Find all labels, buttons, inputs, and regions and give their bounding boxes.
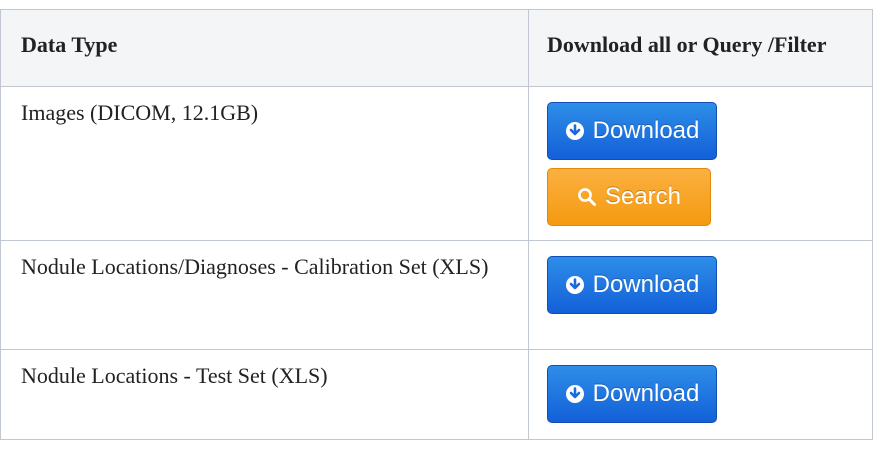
download-button-test[interactable]: Download xyxy=(547,365,717,423)
row-actions-test: Download xyxy=(528,349,873,440)
row-label-images: Images (DICOM, 12.1GB) xyxy=(0,86,529,241)
row-actions-calibration: Download xyxy=(528,240,873,350)
table-row: Nodule Locations/Diagnoses - Calibration… xyxy=(0,240,873,350)
header-data-type: Data Type xyxy=(0,9,529,87)
download-label: Download xyxy=(592,117,700,144)
download-button-images[interactable]: Download xyxy=(547,102,717,160)
table-row: Images (DICOM, 12.1GB) Download Search xyxy=(0,86,873,241)
circle-arrow-down-icon xyxy=(565,275,585,295)
circle-arrow-down-icon xyxy=(565,384,585,404)
download-label: Download xyxy=(592,271,700,298)
search-button-images[interactable]: Search xyxy=(547,168,711,226)
row-label-test: Nodule Locations - Test Set (XLS) xyxy=(0,349,529,440)
download-label: Download xyxy=(592,380,700,407)
header-download: Download all or Query /Filter xyxy=(528,9,873,87)
table-row: Nodule Locations - Test Set (XLS) Downlo… xyxy=(0,349,873,440)
circle-arrow-down-icon xyxy=(565,121,585,141)
row-actions-images: Download Search xyxy=(528,86,873,241)
download-button-calibration[interactable]: Download xyxy=(547,256,717,314)
data-access-table: Data Type Download all or Query /Filter … xyxy=(0,9,873,440)
magnifier-icon xyxy=(577,187,597,207)
row-label-calibration: Nodule Locations/Diagnoses - Calibration… xyxy=(0,240,529,350)
search-label: Search xyxy=(604,183,682,210)
table-header-row: Data Type Download all or Query /Filter xyxy=(0,9,873,87)
